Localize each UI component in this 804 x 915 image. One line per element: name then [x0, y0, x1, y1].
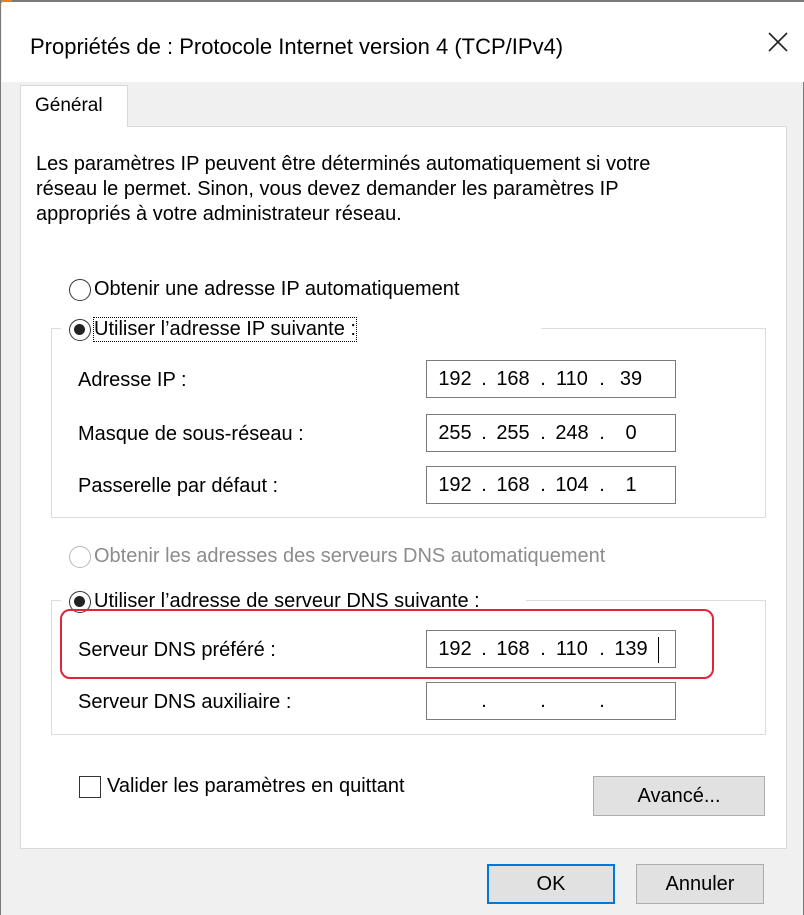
subnet-mask-label: Masque de sous-réseau : [78, 423, 304, 445]
preferred-dns-input[interactable]: 192 . 168 . 110 . 139 [426, 630, 676, 668]
octet: 192 [438, 368, 472, 390]
octet-separator: . [540, 690, 546, 712]
text-caret [658, 637, 659, 663]
octet: 1 [625, 474, 637, 496]
radio-dns-manual-circle [69, 590, 91, 613]
validate-checkbox[interactable]: Valider les paramètres en quittant [79, 775, 405, 798]
radio-ip-manual-label: Utiliser l’adresse IP suivante : [93, 317, 357, 342]
title-bar: Propriétés de : Protocole Internet versi… [2, 2, 804, 82]
radio-ip-auto-circle [69, 278, 91, 301]
octet: 192 [438, 474, 472, 496]
octet-separator: . [481, 690, 487, 712]
octet-separator: . [540, 422, 546, 444]
octet-separator: . [599, 690, 605, 712]
radio-dns-auto-circle [69, 545, 91, 568]
octet-separator: . [540, 638, 546, 660]
octet-separator: . [599, 422, 605, 444]
tab-general[interactable]: Général [20, 85, 128, 127]
octet-separator: . [481, 422, 487, 444]
close-icon [768, 32, 788, 52]
intro-line: Les paramètres IP peuvent être déterminé… [36, 153, 651, 175]
ip-address-input[interactable]: 192 . 168 . 110 . 39 [426, 360, 676, 398]
intro-text: Les paramètres IP peuvent être déterminé… [36, 152, 756, 227]
octet: 192 [438, 638, 472, 660]
octet: 39 [619, 368, 643, 390]
radio-dns-auto[interactable]: Obtenir les adresses des serveurs DNS au… [69, 545, 605, 568]
octet-separator: . [599, 368, 605, 390]
octet: 168 [496, 638, 530, 660]
radio-dns-auto-label: Obtenir les adresses des serveurs DNS au… [94, 545, 606, 567]
octet-separator: . [599, 638, 605, 660]
octet-separator: . [540, 474, 546, 496]
ok-button[interactable]: OK [487, 864, 615, 904]
octet-separator: . [481, 474, 487, 496]
radio-dns-manual-label: Utiliser l’adresse de serveur DNS suivan… [94, 590, 480, 612]
radio-ip-auto-label: Obtenir une adresse IP automatiquement [94, 278, 460, 300]
cancel-button[interactable]: Annuler [636, 864, 764, 904]
octet: 0 [625, 422, 637, 444]
alternate-dns-input[interactable]: . . . [426, 682, 676, 720]
octet-separator: . [481, 638, 487, 660]
octet: 110 [556, 638, 588, 660]
intro-line: appropriés à votre administrateur réseau… [36, 203, 402, 225]
octet: 168 [496, 368, 530, 390]
gateway-label: Passerelle par défaut : [78, 475, 279, 497]
advanced-button[interactable]: Avancé... [593, 776, 765, 816]
octet: 255 [438, 422, 472, 444]
octet-separator: . [540, 368, 546, 390]
alternate-dns-label: Serveur DNS auxiliaire : [78, 691, 292, 713]
preferred-dns-label: Serveur DNS préféré : [78, 639, 276, 661]
intro-line: réseau le permet. Sinon, vous devez dema… [36, 178, 619, 200]
ip-address-label: Adresse IP : [78, 369, 187, 391]
validate-checkbox-label: Valider les paramètres en quittant [107, 775, 405, 797]
octet-separator: . [599, 474, 605, 496]
radio-ip-manual-circle [69, 318, 91, 341]
subnet-mask-input[interactable]: 255 . 255 . 248 . 0 [426, 414, 676, 452]
radio-ip-manual[interactable]: Utiliser l’adresse IP suivante : [69, 317, 357, 342]
validate-checkbox-box [79, 775, 101, 798]
window-title: Propriétés de : Protocole Internet versi… [30, 34, 564, 59]
close-button[interactable] [752, 16, 804, 68]
dialog-window: Propriétés de : Protocole Internet versi… [0, 0, 804, 915]
octet: 110 [556, 368, 588, 390]
octet: 248 [555, 422, 589, 444]
octet: 168 [496, 474, 530, 496]
octet: 255 [496, 422, 530, 444]
gateway-input[interactable]: 192 . 168 . 104 . 1 [426, 466, 676, 504]
octet: 139 [614, 638, 648, 660]
radio-dns-manual[interactable]: Utiliser l’adresse de serveur DNS suivan… [69, 590, 480, 613]
tab-general-label: Général [35, 95, 103, 116]
octet: 104 [555, 474, 589, 496]
octet-separator: . [481, 368, 487, 390]
radio-ip-auto[interactable]: Obtenir une adresse IP automatiquement [69, 278, 459, 301]
